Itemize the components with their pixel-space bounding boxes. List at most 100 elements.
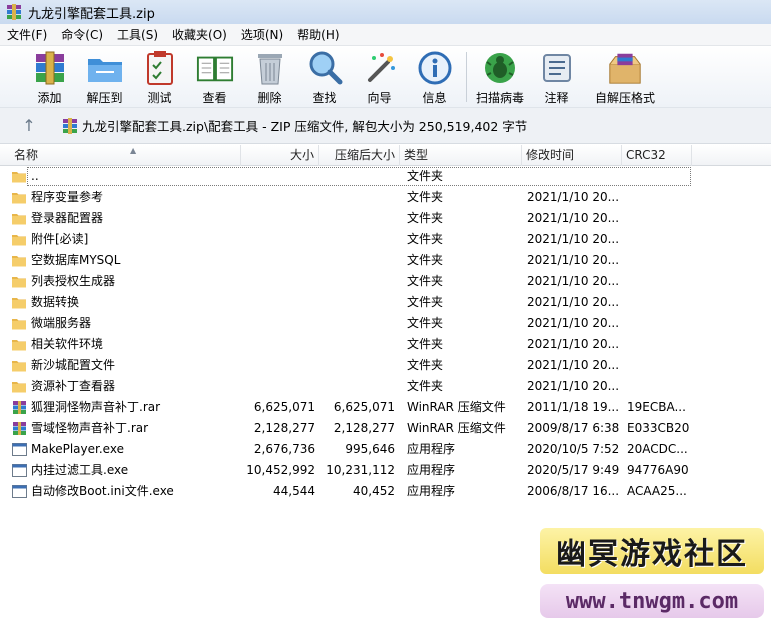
folder-icon (12, 275, 31, 288)
virus-scan-button[interactable]: 扫描病毒 (471, 46, 529, 108)
menu-options[interactable]: 选项(N) (234, 24, 290, 46)
file-crc32: ACAA25... (627, 484, 687, 498)
watermark-title: 幽冥游戏社区 (540, 528, 764, 574)
file-type: 文件夹 (407, 316, 444, 330)
file-row[interactable]: 内挂过滤工具.exe 10,452,992 10,231,112 应用程序 2020/5… (0, 460, 771, 481)
folder-icon (12, 296, 31, 309)
menu-bar: 文件(F) 命令(C) 工具(S) 收藏夹(O) 选项(N) 帮助(H) (0, 24, 771, 46)
wizard-button[interactable]: 向导 (352, 46, 407, 108)
test-clipboard-icon (141, 50, 179, 86)
menu-favorites[interactable]: 收藏夹(O) (165, 24, 234, 46)
file-row[interactable]: 资源补丁查看器 文件夹 2021/1/10 20... (0, 376, 771, 397)
info-button[interactable]: 信息 (407, 46, 462, 108)
file-row[interactable]: 自动修改Boot.ini文件.exe 44,544 40,452 应用程序 2006/8… (0, 481, 771, 502)
column-crc32[interactable]: CRC32 (622, 145, 692, 166)
file-type: WinRAR 压缩文件 (407, 421, 506, 435)
file-type: WinRAR 压缩文件 (407, 400, 506, 414)
file-row[interactable]: 狐狸洞怪物声音补丁.rar 6,625,071 6,625,071 WinRAR 压缩… (0, 397, 771, 418)
up-folder-button[interactable]: ↑ (14, 111, 44, 141)
menu-file[interactable]: 文件(F) (0, 24, 54, 46)
file-row[interactable]: 登录器配置器 文件夹 2021/1/10 20... (0, 208, 771, 229)
file-modified: 2021/1/10 20... (527, 190, 620, 204)
file-crc32: 94776A90 (627, 463, 689, 477)
file-type: 应用程序 (407, 484, 456, 498)
file-packed-size: 2,128,277 (333, 421, 395, 435)
file-name-cell: 资源补丁查看器 (12, 376, 238, 397)
file-modified: 2006/8/17 16... (527, 484, 620, 498)
path-field[interactable]: 九龙引擎配套工具.zip\配套工具 - ZIP 压缩文件, 解包大小为 250,… (62, 116, 527, 135)
file-crc32: 19ECBA... (627, 400, 686, 414)
file-modified: 2011/1/18 19... (527, 400, 620, 414)
file-name: 狐狸洞怪物声音补丁.rar (31, 400, 161, 414)
column-type[interactable]: 类型 (400, 145, 522, 166)
title-bar: 九龙引擎配套工具.zip (0, 0, 771, 24)
file-row[interactable]: 附件[必读] 文件夹 2021/1/10 20... (0, 229, 771, 250)
folder-icon (12, 170, 31, 183)
file-row[interactable]: 微端服务器 文件夹 2021/1/10 20... (0, 313, 771, 334)
file-modified: 2021/1/10 20... (527, 358, 620, 372)
exe-file-icon (12, 464, 31, 477)
comment-button[interactable]: 注释 (529, 46, 584, 108)
file-modified: 2021/1/10 20... (527, 274, 620, 288)
file-name: 空数据库MYSQL (31, 253, 121, 267)
file-size: 10,452,992 (246, 463, 315, 477)
column-name[interactable]: 名称 ▲ (10, 145, 241, 166)
file-row[interactable]: 列表授权生成器 文件夹 2021/1/10 20... (0, 271, 771, 292)
view-button[interactable]: 查看 (187, 46, 242, 108)
extract-to-button[interactable]: 解压到 (77, 46, 132, 108)
file-name: 内挂过滤工具.exe (31, 463, 129, 477)
file-row[interactable]: MakePlayer.exe 2,676,736 995,646 应用程序 2020/1… (0, 439, 771, 460)
winrar-app-icon (7, 4, 21, 20)
menu-commands[interactable]: 命令(C) (54, 24, 110, 46)
file-modified: 2021/1/10 20... (527, 253, 620, 267)
file-modified: 2021/1/10 20... (527, 211, 620, 225)
virus-scan-icon (481, 50, 519, 86)
column-size[interactable]: 大小 (241, 145, 319, 166)
file-name: 资源补丁查看器 (31, 379, 116, 393)
file-row[interactable]: 雪域怪物声音补丁.rar 2,128,277 2,128,277 WinRAR 压缩文… (0, 418, 771, 439)
delete-button[interactable]: 删除 (242, 46, 297, 108)
file-row[interactable]: 程序变量参考 文件夹 2021/1/10 20... (0, 187, 771, 208)
file-name: 登录器配置器 (31, 211, 104, 225)
file-name-cell: 狐狸洞怪物声音补丁.rar (12, 397, 238, 418)
folder-icon (12, 380, 31, 393)
test-button[interactable]: 测试 (132, 46, 187, 108)
arrow-up-icon: ↑ (22, 116, 36, 135)
path-text: 九龙引擎配套工具.zip\配套工具 - ZIP 压缩文件, 解包大小为 250,… (82, 119, 528, 134)
menu-help[interactable]: 帮助(H) (290, 24, 346, 46)
watermark-url: www.tnwgm.com (540, 584, 764, 618)
file-packed-size: 995,646 (345, 442, 395, 456)
file-crc32: E033CB20 (627, 421, 689, 435)
file-type: 文件夹 (407, 190, 444, 204)
window-title: 九龙引擎配套工具.zip (28, 6, 155, 22)
folder-icon (12, 338, 31, 351)
file-row[interactable]: 数据转换 文件夹 2021/1/10 20... (0, 292, 771, 313)
file-name: 自动修改Boot.ini文件.exe (31, 484, 174, 498)
file-name: 微端服务器 (31, 316, 92, 330)
rar-archive-icon (12, 401, 31, 414)
file-name: 新沙城配置文件 (31, 358, 116, 372)
find-button[interactable]: 查找 (297, 46, 352, 108)
file-name-cell: 新沙城配置文件 (12, 355, 238, 376)
file-name: .. (31, 169, 39, 183)
column-packed-size[interactable]: 压缩后大小 (319, 145, 400, 166)
file-row[interactable]: 新沙城配置文件 文件夹 2021/1/10 20... (0, 355, 771, 376)
sfx-button[interactable]: 自解压格式 (584, 46, 666, 108)
sfx-box-icon (606, 50, 644, 86)
add-button[interactable]: 添加 (22, 46, 77, 108)
column-modified[interactable]: 修改时间 (522, 145, 622, 166)
file-row[interactable]: 空数据库MYSQL 文件夹 2021/1/10 20... (0, 250, 771, 271)
file-row[interactable]: .. 文件夹 (0, 166, 771, 187)
file-row[interactable]: 相关软件环境 文件夹 2021/1/10 20... (0, 334, 771, 355)
file-name-cell: .. (12, 166, 238, 187)
file-modified: 2020/5/17 9:49 (527, 463, 620, 477)
file-size: 6,625,071 (253, 400, 315, 414)
file-name-cell: 附件[必读] (12, 229, 238, 250)
file-name-cell: 相关软件环境 (12, 334, 238, 355)
file-type: 文件夹 (407, 253, 444, 267)
file-name: MakePlayer.exe (31, 442, 124, 456)
view-book-icon (196, 50, 234, 86)
file-modified: 2021/1/10 20... (527, 337, 620, 351)
wizard-wand-icon (361, 50, 399, 86)
menu-tools[interactable]: 工具(S) (110, 24, 165, 46)
